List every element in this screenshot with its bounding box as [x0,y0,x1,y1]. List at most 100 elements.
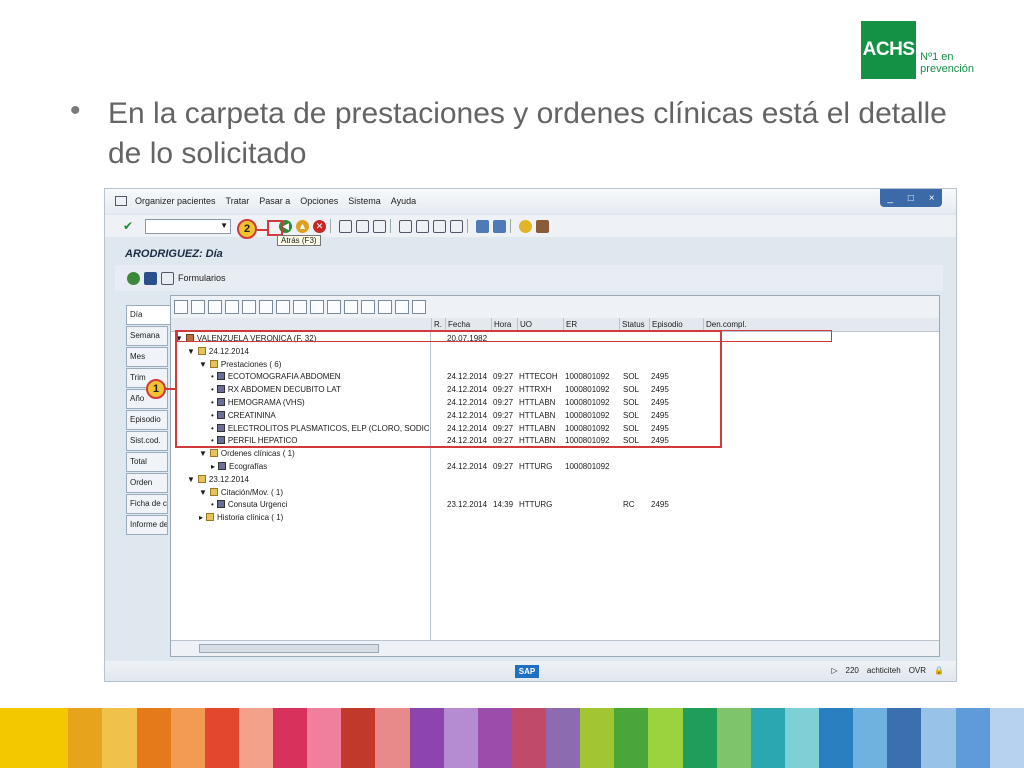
stripe [0,708,35,768]
tree-row[interactable]: ▼ Citación/Mov. ( 1) [171,487,939,500]
layout-icon[interactable] [536,219,549,233]
callout-marker-2: 2 [237,219,257,239]
tree-node-label[interactable]: ▼ Citación/Mov. ( 1) [199,487,429,500]
stripe [682,708,717,768]
close-icon[interactable]: × [929,193,935,204]
tree-row[interactable]: ▼ 23.12.2014 [171,474,939,487]
enter-check-icon[interactable]: ✔ [123,219,137,233]
prev-page-icon[interactable] [416,219,429,233]
tree-table-icon[interactable] [293,300,307,314]
tree-row[interactable]: ▼ Ordenes clínicas ( 1) [171,448,939,461]
cell-uo: HTTURG [519,500,553,510]
expand-arrow-icon[interactable]: ▸ [211,462,215,471]
window-controls: _ □ × [880,189,942,207]
help-icon[interactable] [519,219,532,233]
stripe [887,708,922,768]
maximize-icon[interactable]: □ [908,193,914,204]
tab-episodio[interactable]: Episodio [126,410,168,430]
stripe [784,708,819,768]
tree-find-icon[interactable] [378,300,392,314]
client-number[interactable]: 220 [846,666,859,675]
menu-tratar[interactable]: Tratar [226,196,250,206]
standard-toolbar: ✔ ▼ ◀ ▲ ✕ [105,215,956,237]
menu-pasar-a[interactable]: Pasar a [259,196,290,206]
side-tabs: Día Semana Mes Trim Año Episodio Sist.co… [126,305,170,536]
status-user: achticiteh [866,666,901,675]
stripe [238,708,273,768]
tree-new-icon[interactable] [174,300,188,314]
tree-row[interactable]: ▸ Historia clínica ( 1) [171,512,939,525]
find-next-icon[interactable] [373,219,386,233]
next-page-icon[interactable] [433,219,446,233]
tree-row[interactable]: ▸ Ecografías 24.12.2014 09:27 HTTURG 10008010… [171,461,939,474]
insert-mode[interactable]: OVR [909,666,926,675]
node-text: Historia clínica ( 1) [217,513,284,523]
refresh-icon[interactable] [127,271,140,285]
tree-layout-icon[interactable] [395,300,409,314]
shortcut-icon[interactable] [493,219,506,233]
stripe [750,708,785,768]
tree-node-label[interactable]: ▼ Ordenes clínicas ( 1) [199,448,429,461]
tab-total[interactable]: Total [126,452,168,472]
print-icon[interactable] [339,219,352,233]
cell-status: RC [623,500,635,510]
tab-ficha[interactable]: Ficha de c [126,494,168,514]
menu-bar: Organizer pacientes Tratar Pasar a Opcio… [105,189,956,213]
expand-arrow-icon[interactable]: • [211,500,214,509]
tree-node-label[interactable]: ▸ Ecografías [211,461,429,474]
cell-hora: 09:27 [493,462,514,471]
chevron-down-icon[interactable]: ▼ [220,221,228,230]
tree-info-icon[interactable] [412,300,426,314]
stripe [68,708,103,768]
expand-arrow-icon[interactable]: ▼ [199,449,207,458]
tree-person-icon[interactable] [327,300,341,314]
first-page-icon[interactable] [399,219,412,233]
tree-edit-icon[interactable] [191,300,205,314]
tree-row[interactable]: • Consuta Urgenci 23.12.2014 14:39 HTTURG RC 2… [171,499,939,512]
tree-node-label[interactable]: ▸ Historia clínica ( 1) [199,512,429,525]
forms-icon[interactable] [161,271,174,285]
expand-arrow-icon[interactable]: ▼ [199,488,207,497]
tab-semana[interactable]: Semana [126,326,168,346]
tree-export-icon[interactable] [310,300,324,314]
scroll-thumb[interactable] [199,644,379,653]
tab-sist-cod[interactable]: Sist.cod. [126,431,168,451]
play-icon[interactable]: ▷ [831,666,837,675]
exit-icon[interactable]: ▲ [296,219,309,233]
tab-informe[interactable]: Informe de [126,515,168,535]
tree-copy-icon[interactable] [242,300,256,314]
last-page-icon[interactable] [450,219,463,233]
screen-title: ARODRIGUEZ: Día [125,248,223,260]
system-menu-icon[interactable] [115,196,127,206]
menu-sistema[interactable]: Sistema [348,196,381,206]
tree-node-label[interactable]: • Consuta Urgenci [211,499,429,512]
minimize-icon[interactable]: _ [887,193,893,204]
tree-filter-icon[interactable] [344,300,358,314]
lock-icon[interactable]: 🔒 [934,666,944,675]
tree-print-icon[interactable] [259,300,273,314]
menu-ayuda[interactable]: Ayuda [391,196,416,206]
new-session-icon[interactable] [476,219,489,233]
menu-opciones[interactable]: Opciones [300,196,338,206]
tree-view-icon[interactable] [208,300,222,314]
tree-home-icon[interactable] [361,300,375,314]
tree-sign-icon[interactable] [276,300,290,314]
tab-mes[interactable]: Mes [126,347,168,367]
expand-arrow-icon[interactable]: ▼ [187,475,195,484]
tree-delete-icon[interactable] [225,300,239,314]
tree-node-label[interactable]: ▼ 23.12.2014 [187,474,429,487]
tab-dia[interactable]: Día [126,305,170,325]
menu-organizer[interactable]: Organizer pacientes [135,196,216,206]
formularios-button[interactable]: Formularios [178,273,226,283]
sap-window: Organizer pacientes Tratar Pasar a Opcio… [104,188,957,682]
node-text: 23.12.2014 [208,474,249,484]
command-field[interactable]: ▼ [145,218,231,234]
detail-icon[interactable] [144,271,157,285]
tab-orden[interactable]: Orden [126,473,168,493]
expand-arrow-icon[interactable]: ▸ [199,513,203,522]
horizontal-scrollbar[interactable] [171,640,939,656]
cancel-icon[interactable]: ✕ [313,219,326,233]
achs-logo: ACHS Nº1 en prevención [861,20,974,80]
logo-tagline-line1: Nº1 en [920,51,954,63]
find-icon[interactable] [356,219,369,233]
